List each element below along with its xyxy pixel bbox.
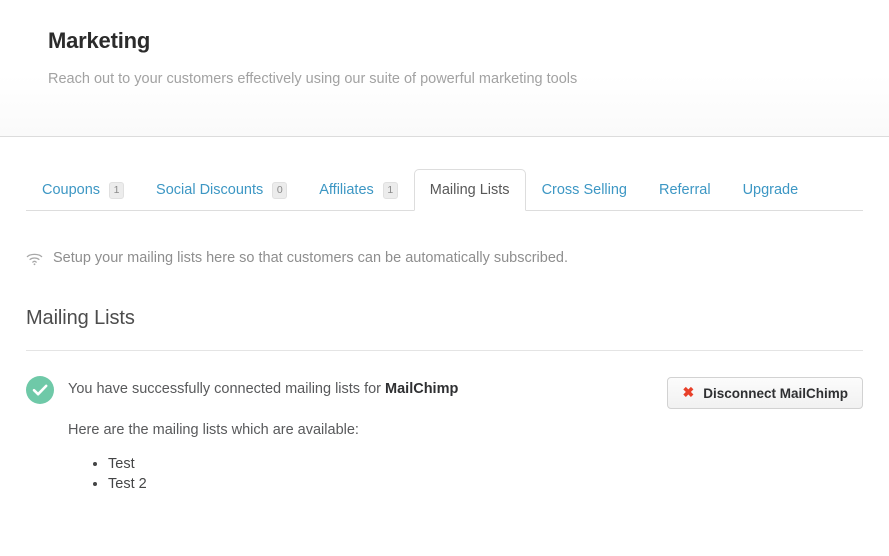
close-x-icon: ✖ [682, 384, 695, 400]
tab-label: Affiliates [319, 182, 374, 198]
list-item: Test 2 [108, 474, 863, 494]
tab-badge: 0 [272, 181, 288, 199]
wifi-icon [26, 252, 43, 266]
page-title: Marketing [48, 28, 151, 53]
tab-label: Upgrade [742, 182, 799, 198]
tab-bar: Coupons 1 Social Discounts 0 Affiliates … [0, 137, 889, 211]
status-provider-name: MailChimp [385, 381, 459, 397]
disconnect-button-label: Disconnect MailChimp [703, 385, 848, 401]
tab-upgrade[interactable]: Upgrade [727, 169, 815, 211]
tab-referral[interactable]: Referral [643, 169, 727, 211]
section-title: Mailing Lists [26, 307, 135, 329]
notice-text: Setup your mailing lists here so that cu… [53, 250, 568, 266]
tab-mailing-lists[interactable]: Mailing Lists [413, 169, 526, 211]
status-message-prefix: You have successfully connected mailing … [68, 381, 386, 397]
page-subtitle: Reach out to your customers effectively … [48, 71, 578, 87]
tab-strip: Coupons 1 Social Discounts 0 Affiliates … [26, 137, 863, 211]
tab-label: Mailing Lists [429, 182, 510, 198]
tab-label: Coupons [42, 182, 101, 198]
tab-label: Cross Selling [541, 182, 627, 198]
tab-label: Referral [658, 182, 711, 198]
tab-cross-selling[interactable]: Cross Selling [526, 169, 643, 211]
tab-badge: 1 [109, 181, 125, 199]
tab-badge: 1 [382, 181, 398, 199]
main-content: Setup your mailing lists here so that cu… [0, 211, 889, 494]
list-item: Test [108, 454, 863, 474]
tab-social-discounts[interactable]: Social Discounts 0 [140, 169, 303, 211]
tab-affiliates[interactable]: Affiliates 1 [303, 169, 414, 211]
mailing-list-items: Test Test 2 [68, 440, 863, 494]
tab-coupons[interactable]: Coupons 1 [26, 169, 140, 211]
notice-row: Setup your mailing lists here so that cu… [26, 211, 863, 281]
tab-label: Social Discounts [156, 182, 264, 198]
page-header: Marketing Reach out to your customers ef… [0, 0, 889, 137]
disconnect-mailchimp-button[interactable]: ✖ Disconnect MailChimp [667, 377, 863, 409]
check-circle-icon [26, 376, 54, 404]
status-row: You have successfully connected mailing … [26, 351, 863, 494]
